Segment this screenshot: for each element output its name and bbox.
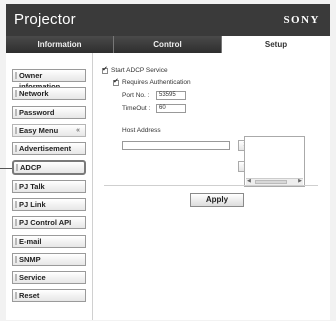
sidebar-item-label: Service: [19, 273, 46, 282]
section-divider: [104, 185, 318, 186]
sidebar-item-network[interactable]: Network: [12, 87, 86, 100]
sidebar-item-label: Network: [19, 89, 49, 98]
chevron-collapse-icon: «: [76, 127, 80, 134]
sidebar-item-label: ADCP: [20, 163, 42, 172]
tab-setup[interactable]: Setup: [222, 36, 330, 53]
sidebar-item-owner-information[interactable]: Owner information: [12, 69, 86, 91]
callout-line: [0, 168, 12, 169]
apply-button[interactable]: Apply: [190, 193, 244, 207]
port-number-label: Port No. :: [122, 92, 150, 99]
sidebar-item-snmp[interactable]: SNMP: [12, 253, 86, 266]
host-address-input[interactable]: [122, 141, 230, 150]
start-adcp-service-label: Start ADCP Service: [111, 67, 168, 74]
requires-authentication-checkbox[interactable]: [113, 77, 119, 86]
sidebar-item-password[interactable]: Password: [12, 106, 86, 119]
port-number-input[interactable]: 53595: [156, 91, 186, 100]
sidebar-item-label: PJ Link: [19, 200, 46, 209]
sidebar-item-label: SNMP: [19, 255, 41, 264]
sidebar-group-easy-menu[interactable]: Easy Menu «: [12, 124, 86, 137]
adcp-settings-panel: Start ADCP Service Requires Authenticati…: [94, 53, 330, 320]
host-address-label: Host Address: [122, 127, 161, 134]
sidebar-item-advertisement[interactable]: Advertisement: [12, 142, 86, 155]
main-tabs: Information Control Setup: [6, 36, 330, 53]
sidebar-item-pj-control-api[interactable]: PJ Control API: [12, 216, 86, 229]
sidebar-item-label: PJ Control API: [19, 218, 72, 227]
sidebar-item-label: Password: [19, 108, 55, 117]
sidebar-item-label: Advertisement: [19, 144, 72, 153]
sidebar-item-e-mail[interactable]: E-mail: [12, 235, 86, 248]
start-adcp-service-checkbox[interactable]: [102, 65, 108, 74]
sidebar-item-service[interactable]: Service: [12, 271, 86, 284]
sidebar-item-label: Reset: [19, 291, 40, 300]
timeout-label: TimeOut :: [122, 105, 151, 112]
vertical-divider: [92, 53, 93, 320]
tab-control[interactable]: Control: [114, 36, 222, 53]
sidebar-item-pj-link[interactable]: PJ Link: [12, 198, 86, 211]
sidebar-item-label: Easy Menu: [19, 126, 59, 135]
scroll-left-icon[interactable]: ◀: [247, 178, 251, 184]
sidebar-item-label: PJ Talk: [19, 182, 45, 191]
sidebar-item-reset[interactable]: Reset: [12, 289, 86, 302]
sidebar-item-pj-talk[interactable]: PJ Talk: [12, 180, 86, 193]
tab-information[interactable]: Information: [6, 36, 114, 53]
sidebar-item-label: E-mail: [19, 237, 42, 246]
app-title: Projector: [14, 11, 76, 28]
horizontal-scrollbar[interactable]: ◀ ▶: [246, 178, 303, 185]
scroll-right-icon[interactable]: ▶: [298, 178, 302, 184]
brand-logo: SONY: [283, 14, 320, 26]
timeout-input[interactable]: 60: [156, 104, 186, 113]
title-bar: Projector SONY: [6, 4, 330, 36]
sidebar: Owner information Network Password Easy …: [6, 53, 90, 320]
host-address-list[interactable]: ◀ ▶: [244, 136, 305, 187]
scrollbar-thumb[interactable]: [255, 180, 287, 184]
projector-window: Projector SONY Information Control Setup…: [0, 4, 330, 320]
requires-authentication-label: Requires Authentication: [122, 79, 191, 86]
sidebar-item-adcp[interactable]: ADCP: [12, 160, 86, 175]
